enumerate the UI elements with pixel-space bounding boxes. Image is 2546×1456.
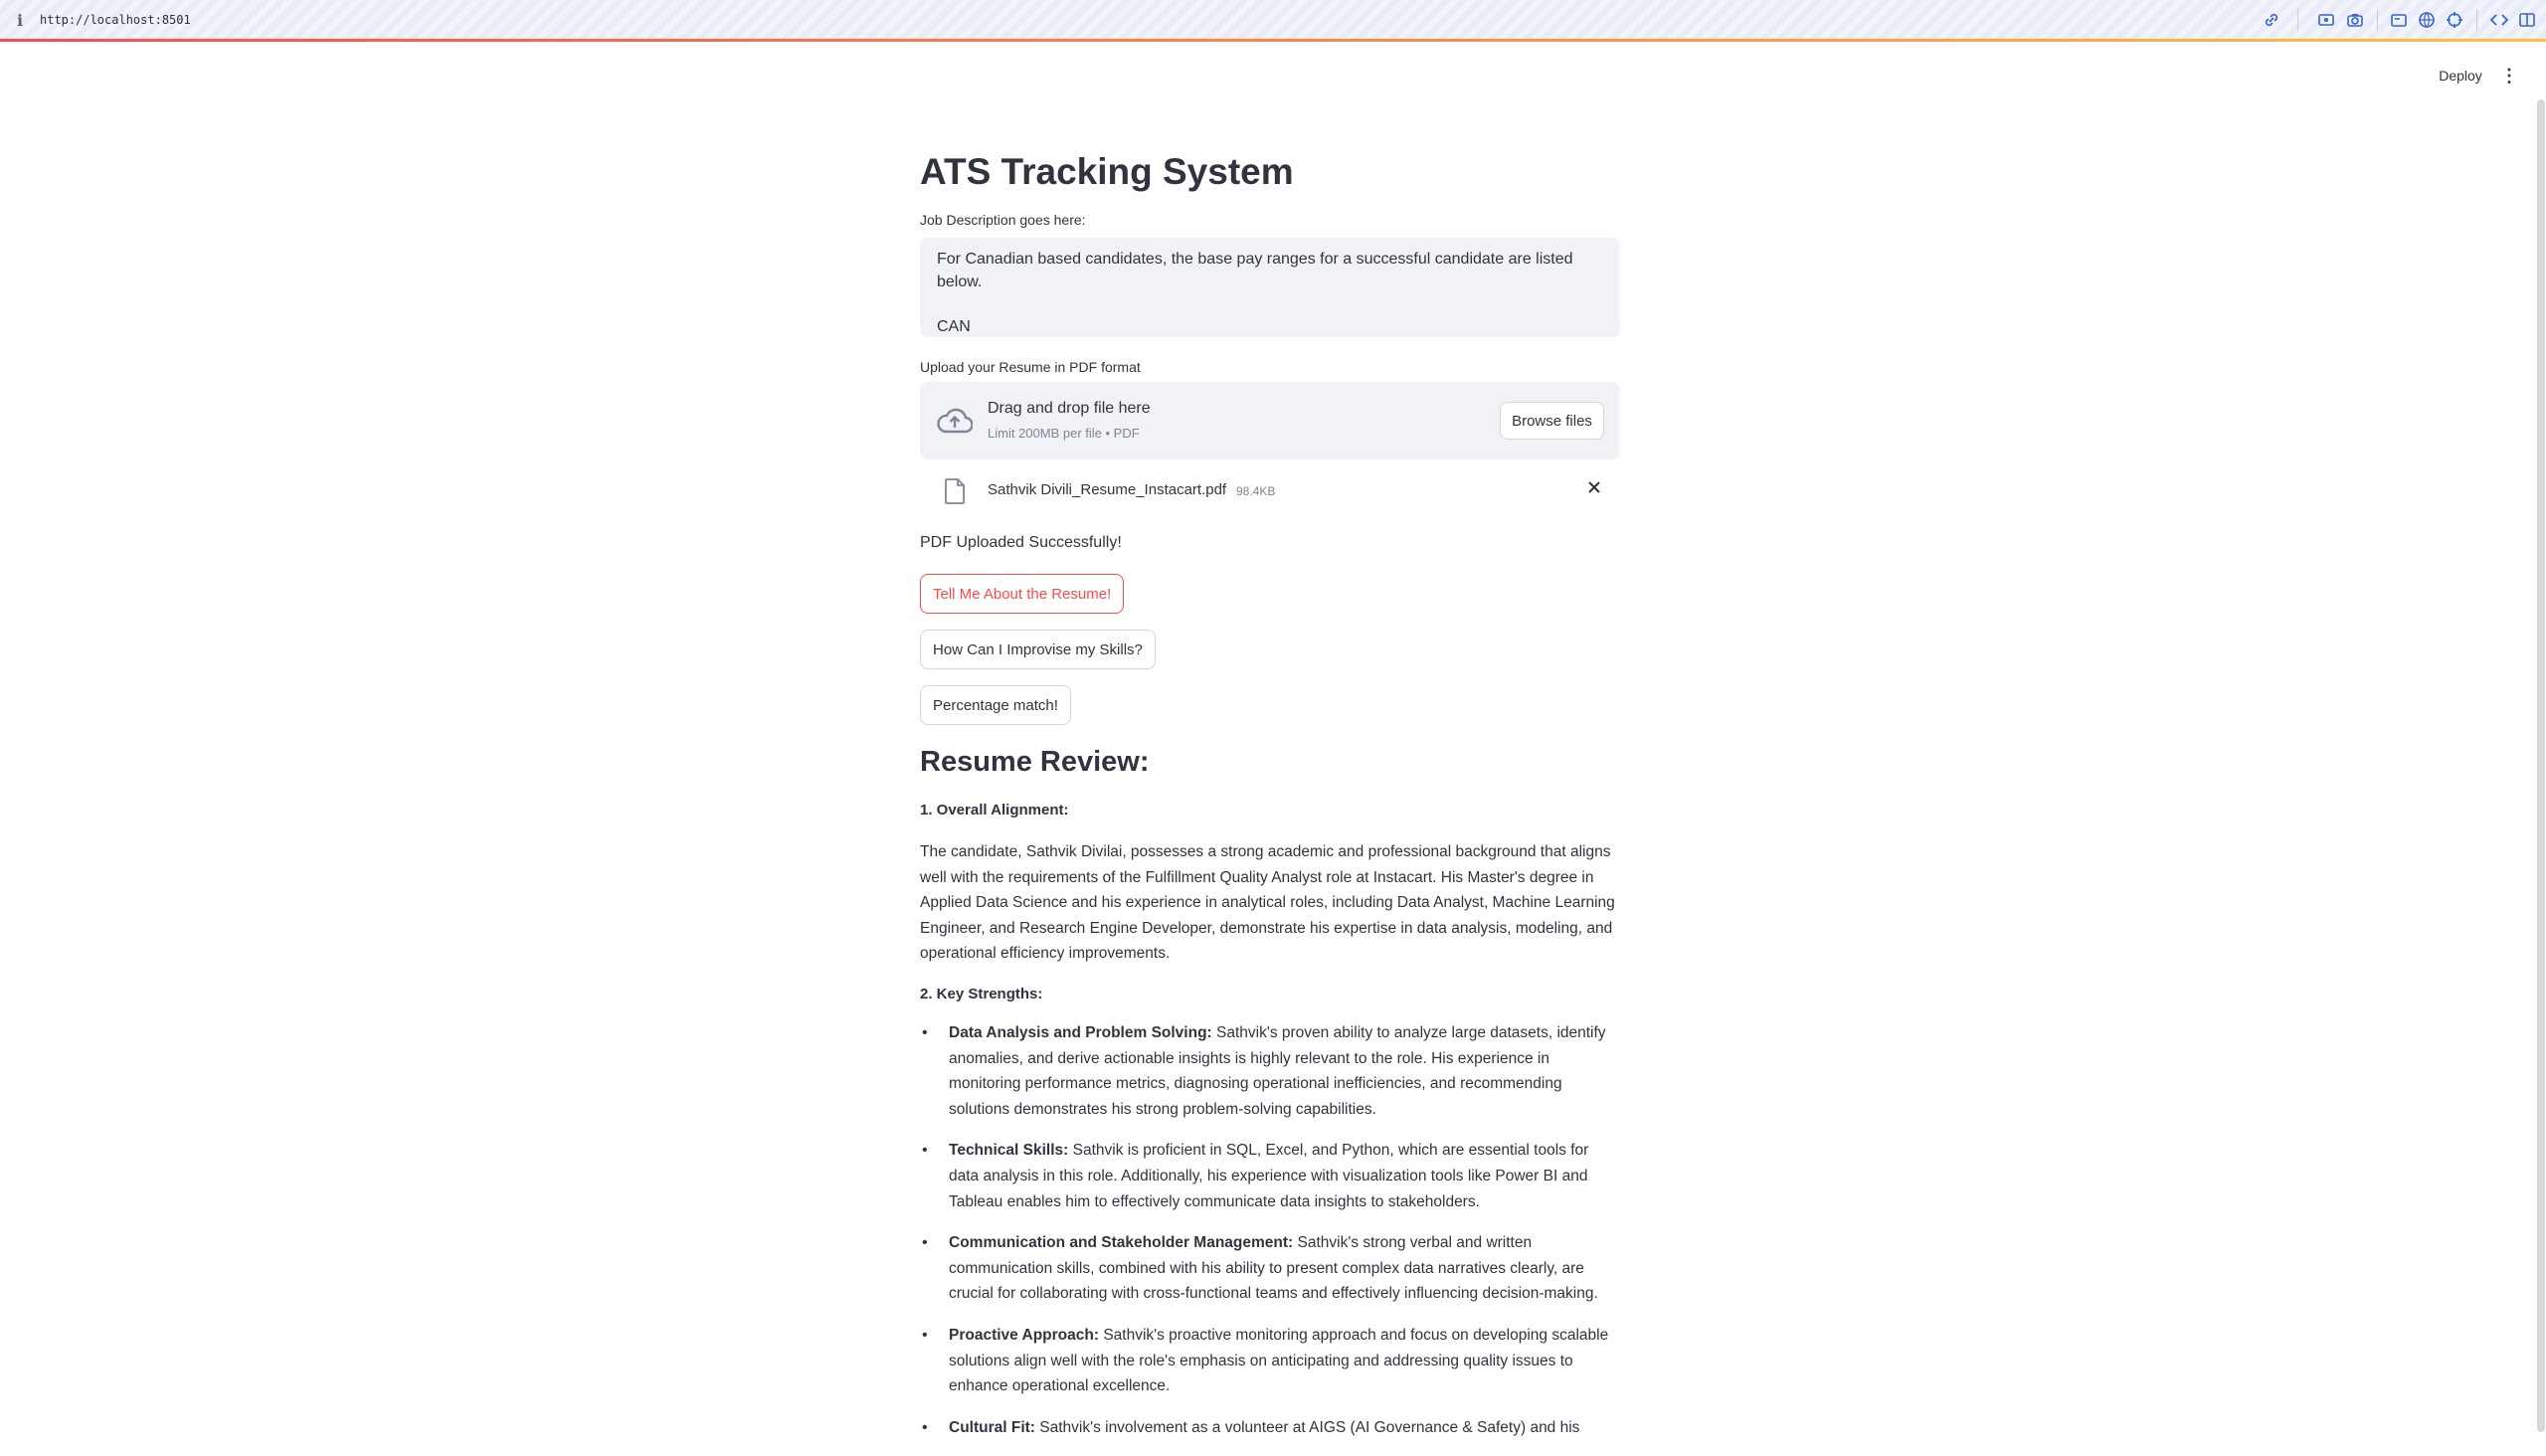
dropzone-title: Drag and drop file here [988, 400, 1151, 417]
cloud-upload-icon [937, 408, 973, 434]
uploaded-file-size: 98.4KB [1236, 484, 1276, 498]
list-item: Technical Skills: Sathvik is proficient … [920, 1138, 1620, 1214]
jd-label: Job Description goes here: [920, 212, 1086, 228]
deploy-button[interactable]: Deploy [2427, 64, 2494, 88]
alignment-paragraph: The candidate, Sathvik Divilai, possesse… [920, 843, 1615, 963]
globe-icon[interactable] [2417, 10, 2437, 30]
resume-review-heading: Resume Review: [920, 746, 1150, 778]
tell-me-about-resume-button[interactable]: Tell Me About the Resume! [920, 574, 1125, 614]
file-dropzone[interactable]: Drag and drop file here Limit 200MB per … [920, 382, 1620, 459]
file-icon [945, 478, 965, 504]
list-item: Data Analysis and Problem Solving: Sathv… [920, 1020, 1620, 1122]
strength-title: Proactive Approach: [949, 1326, 1100, 1344]
job-description-textarea[interactable]: For Canadian based candidates, the base … [920, 238, 1620, 337]
strength-title: Technical Skills: [949, 1142, 1069, 1160]
close-icon[interactable] [1586, 479, 1602, 495]
strength-title: Cultural Fit: [949, 1418, 1035, 1436]
screenshot-icon[interactable] [2316, 10, 2336, 30]
window-icon[interactable] [2389, 10, 2409, 30]
link-icon[interactable] [2262, 10, 2281, 30]
percentage-match-button[interactable]: Percentage match! [920, 685, 1071, 725]
camera-icon[interactable] [2345, 10, 2365, 30]
app-decoration-bar [0, 39, 2546, 42]
strengths-list: Data Analysis and Problem Solving: Sathv… [920, 1020, 1620, 1456]
strength-text: Sathvik's involvement as a volunteer at … [1034, 1418, 1580, 1436]
kebab-menu-icon[interactable]: ⋮ [2500, 64, 2518, 88]
sidebar-icon[interactable] [2517, 10, 2537, 30]
strengths-heading: 2. Key Strengths: [920, 986, 1043, 1002]
page-title: ATS Tracking System [920, 151, 1294, 192]
toolbar-divider [2476, 9, 2477, 31]
dropzone-limit: Limit 200MB per file • PDF [988, 426, 1140, 441]
strength-title: Data Analysis and Problem Solving: [949, 1024, 1212, 1041]
improve-skills-button[interactable]: How Can I Improvise my Skills? [920, 630, 1156, 669]
code-icon[interactable] [2489, 10, 2509, 30]
list-item: Communication and Stakeholder Management… [920, 1230, 1620, 1307]
list-item: Cultural Fit: Sathvik's involvement as a… [920, 1415, 1620, 1441]
upload-status-text: PDF Uploaded Successfully! [920, 534, 1122, 551]
info-icon[interactable]: i [17, 11, 23, 30]
browse-files-button[interactable]: Browse files [1500, 402, 1604, 440]
list-item: Proactive Approach: Sathvik's proactive … [920, 1323, 1620, 1399]
target-icon[interactable] [2445, 10, 2464, 30]
upload-label: Upload your Resume in PDF format [920, 359, 1141, 375]
alignment-heading: 1. Overall Alignment: [920, 802, 1069, 819]
address-bar-url[interactable]: http://localhost:8501 [40, 13, 191, 27]
toolbar-divider [2297, 9, 2298, 31]
browser-toolbar: i http://localhost:8501 [0, 0, 2546, 40]
scrollbar[interactable] [2537, 99, 2545, 1432]
toolbar-divider [2377, 9, 2378, 31]
strength-title: Communication and Stakeholder Management… [949, 1234, 1294, 1252]
uploaded-file-name: Sathvik Divili_Resume_Instacart.pdf [988, 481, 1227, 498]
job-description-text: For Canadian based candidates, the base … [937, 251, 1573, 335]
